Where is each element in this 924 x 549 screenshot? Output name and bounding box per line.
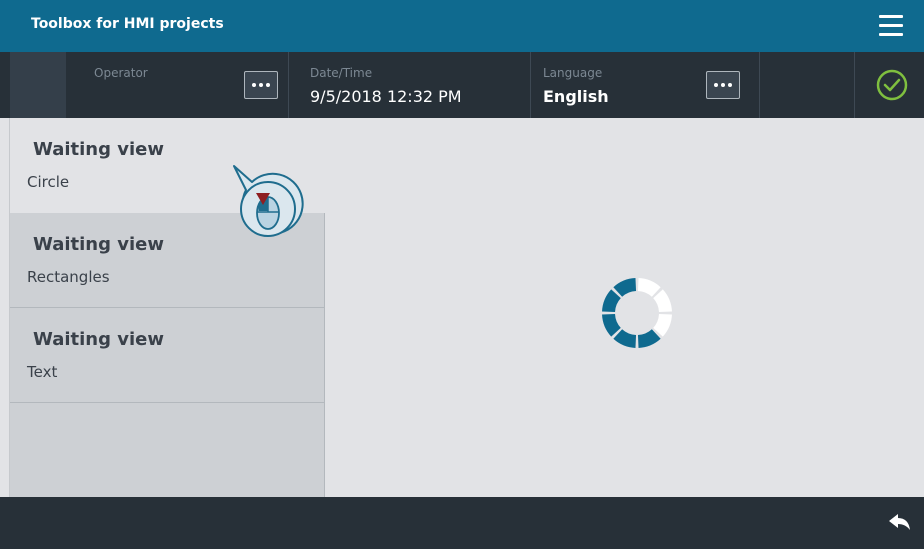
language-more-button[interactable] — [706, 71, 740, 99]
title-bar: Toolbox for HMI projects — [0, 0, 924, 52]
operator-more-button[interactable] — [244, 71, 278, 99]
info-bar: Operator Date/Time 9/5/2018 12:32 PM Lan… — [0, 52, 924, 118]
spinner-segment — [653, 289, 672, 313]
sidebar-item-subtitle: Text — [27, 363, 58, 381]
datetime-field: Date/Time 9/5/2018 12:32 PM — [289, 52, 529, 118]
spinner-segment — [613, 278, 637, 297]
sidebar-item-title: Waiting view — [33, 139, 165, 160]
sidebar-item-text[interactable]: Waiting view Text — [10, 308, 324, 403]
spinner-segment — [602, 313, 621, 337]
check-circle-icon[interactable] — [875, 68, 909, 102]
hamburger-menu-icon[interactable] — [874, 12, 910, 40]
divider — [854, 52, 855, 118]
language-field: Language English — [531, 52, 759, 118]
spinner-segment — [613, 329, 637, 348]
spinner-segment — [637, 329, 661, 348]
bottom-bar — [0, 497, 924, 549]
language-value: English — [543, 87, 609, 106]
back-arrow-icon[interactable] — [887, 510, 913, 536]
loading-circle-icon — [602, 278, 672, 348]
sidebar-item-subtitle: Circle — [27, 173, 70, 191]
operator-field: Operator — [66, 52, 287, 118]
sidebar-item-title: Waiting view — [33, 329, 165, 350]
mouse-click-hint-icon — [233, 165, 304, 237]
datetime-value: 9/5/2018 12:32 PM — [310, 87, 462, 106]
sidebar-item-title: Waiting view — [33, 234, 165, 255]
info-bar-handle — [10, 52, 66, 118]
spinner-segment — [637, 278, 661, 297]
divider — [759, 52, 760, 118]
language-label: Language — [543, 66, 603, 80]
spinner-segment — [653, 313, 672, 337]
sidebar-item-subtitle: Rectangles — [27, 268, 110, 286]
spinner-segment — [602, 289, 621, 313]
app-title: Toolbox for HMI projects — [31, 16, 224, 32]
datetime-label: Date/Time — [310, 66, 373, 80]
operator-label: Operator — [94, 66, 148, 80]
